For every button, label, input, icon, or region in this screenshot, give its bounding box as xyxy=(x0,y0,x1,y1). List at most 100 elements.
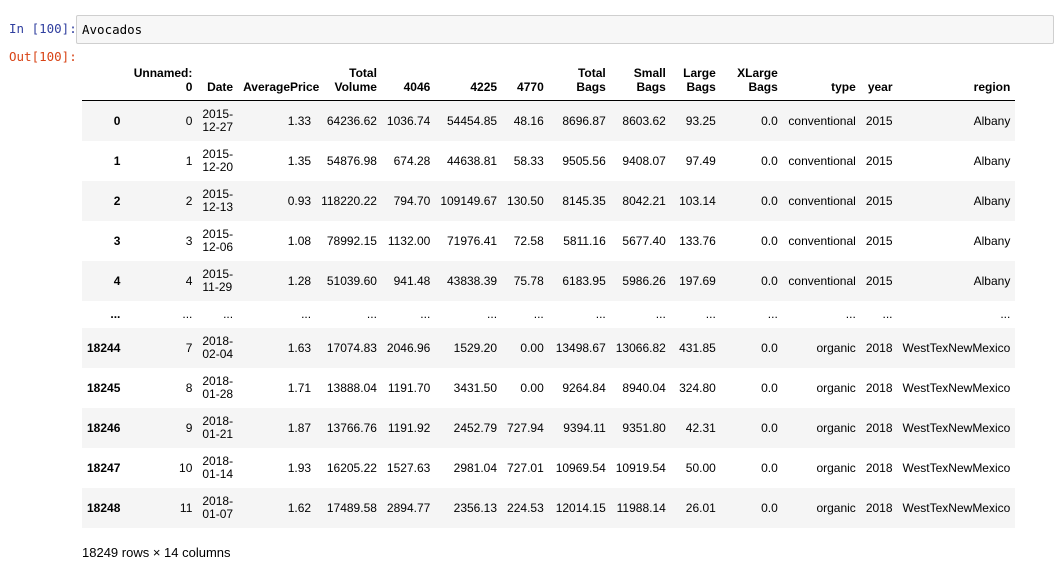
table-cell: 431.85 xyxy=(679,340,716,355)
table-cell: 118220.22 xyxy=(321,193,377,208)
table-cell: 1.93 xyxy=(287,460,312,475)
table-row: 18247 10 2018- 01-14 1.93 16205.22 1527.63 2981… xyxy=(82,448,1015,488)
column-header-line: 0 xyxy=(185,80,193,94)
table-cell: 48.16 xyxy=(513,113,544,128)
table-cell: 9408.07 xyxy=(622,153,666,168)
table-cell: 2018- 01-14 xyxy=(197,448,238,488)
table-cell: 10919.54 xyxy=(615,460,666,475)
table-cell: 3431.50 xyxy=(453,380,498,395)
table-cell: 2015- 12-27 xyxy=(197,101,238,142)
column-header: year xyxy=(860,62,898,101)
table-cell: 8940.04 xyxy=(622,380,666,395)
table-cell: WestTexNewMexico xyxy=(902,340,1011,355)
table-cell: 78992.15 xyxy=(326,233,377,248)
table-cell: 727.94 xyxy=(507,420,544,435)
date-part: 01-07 xyxy=(202,507,234,521)
table-cell: 9394.11 xyxy=(563,420,606,435)
table-cell: 130.50 xyxy=(507,193,544,208)
column-header-line: 4225 xyxy=(470,80,498,94)
table-cell: 4 xyxy=(185,273,193,288)
table-row: 4 4 2015- 11-29 1.28 51039.60 941.48 43838.39 75… xyxy=(82,261,1016,301)
table-cell: 2015 xyxy=(865,193,893,208)
table-cell: ... xyxy=(182,307,193,321)
dataframe-shape-footer: 18249 rows × 14 columns xyxy=(82,545,231,560)
column-header-line: 4046 xyxy=(403,80,431,94)
row-index: 18245 xyxy=(87,380,121,395)
table-cell: Albany xyxy=(973,193,1011,208)
table-cell: 9264.84 xyxy=(562,380,606,395)
table-cell: 2015- 11-29 xyxy=(197,261,238,301)
column-header-line: Bags xyxy=(576,80,606,94)
column-header: Date xyxy=(197,62,239,101)
table-cell: organic xyxy=(816,500,856,515)
table-cell: ... xyxy=(366,307,377,321)
table-cell: 3 xyxy=(185,233,193,248)
table-cell: 8 xyxy=(185,380,193,395)
table-cell: 42.31 xyxy=(685,420,716,435)
table-cell: 2356.13 xyxy=(453,500,498,515)
table-cell: 13066.82 xyxy=(615,340,666,355)
table-row: 1 1 2015- 12-20 1.35 54876.98 674.28 44638.81 58… xyxy=(82,141,1015,181)
table-cell: 75.78 xyxy=(513,273,544,288)
table-cell: 8042.21 xyxy=(622,193,666,208)
column-header-line: 4770 xyxy=(517,80,544,94)
table-header-row: Unnamed: 0 Date AveragePrice Total Volume 4046… xyxy=(82,62,1016,101)
code-input-cell[interactable]: Avocados xyxy=(76,15,1054,44)
table-cell: 941.48 xyxy=(393,273,431,288)
table-cell: 8145.35 xyxy=(562,193,606,208)
row-index: 18247 xyxy=(87,460,121,475)
table-cell: 2894.77 xyxy=(386,500,431,515)
column-header-line: type xyxy=(831,80,856,94)
table-cell: 6183.95 xyxy=(562,273,606,288)
table-cell: conventional xyxy=(788,153,856,168)
table-cell: ... xyxy=(420,307,431,321)
table-cell: 11988.14 xyxy=(616,500,666,515)
dataframe-output: Unnamed: 0 Date AveragePrice Total Volume 4046… xyxy=(82,62,1016,528)
table-cell: 0.0 xyxy=(761,153,778,168)
table-cell: 1527.63 xyxy=(386,460,431,475)
table-cell: 10 xyxy=(179,460,193,475)
table-cell: organic xyxy=(816,420,856,435)
date-part: 2018- xyxy=(202,374,234,388)
table-cell: 2015 xyxy=(865,273,893,288)
column-header-line: Bags xyxy=(636,80,666,94)
date-part: 12-06 xyxy=(202,240,234,254)
table-cell: 1.33 xyxy=(287,113,312,128)
table-cell: conventional xyxy=(788,193,856,208)
table-cell: 2981.04 xyxy=(453,460,498,475)
date-part: 12-20 xyxy=(202,160,234,174)
table-cell: WestTexNewMexico xyxy=(902,380,1011,395)
column-header: 4225 xyxy=(435,62,503,101)
table-cell: 72.58 xyxy=(513,233,544,248)
table-row-ellipsis: ........................................… xyxy=(82,301,1016,328)
table-cell: 324.80 xyxy=(679,380,716,395)
table-cell: 0.0 xyxy=(761,420,778,435)
column-header-line: Bags xyxy=(748,80,778,94)
date-part: 2015- xyxy=(202,107,234,121)
column-header-line: XLarge xyxy=(737,66,778,80)
dataframe-table: Unnamed: 0 Date AveragePrice Total Volume 4046… xyxy=(82,62,1016,528)
table-cell: 5677.40 xyxy=(622,233,666,248)
column-header-line: AveragePrice xyxy=(243,80,320,94)
table-cell: 17074.83 xyxy=(326,340,377,355)
table-cell: 0.00 xyxy=(520,380,544,395)
table-cell: 54454.85 xyxy=(446,113,498,128)
table-cell: ... xyxy=(1000,307,1011,321)
table-cell: ... xyxy=(655,307,666,321)
column-header xyxy=(82,62,126,101)
table-cell: 1.08 xyxy=(287,233,312,248)
table-cell: 0.0 xyxy=(761,500,778,515)
table-cell: 0.0 xyxy=(761,193,778,208)
table-cell: 0 xyxy=(185,113,193,128)
table-cell: 7 xyxy=(185,340,193,355)
table-cell: 2018- 01-28 xyxy=(197,368,238,408)
table-cell: 0.93 xyxy=(287,193,312,208)
table-cell: conventional xyxy=(788,273,856,288)
date-part: 12-13 xyxy=(202,200,234,214)
column-header: 4770 xyxy=(502,62,549,101)
input-prompt: In [100]: xyxy=(9,21,77,36)
table-cell: Albany xyxy=(973,153,1011,168)
date-part: 02-04 xyxy=(202,347,234,361)
table-cell: 12014.15 xyxy=(555,500,606,515)
column-header: AveragePrice xyxy=(238,62,320,101)
